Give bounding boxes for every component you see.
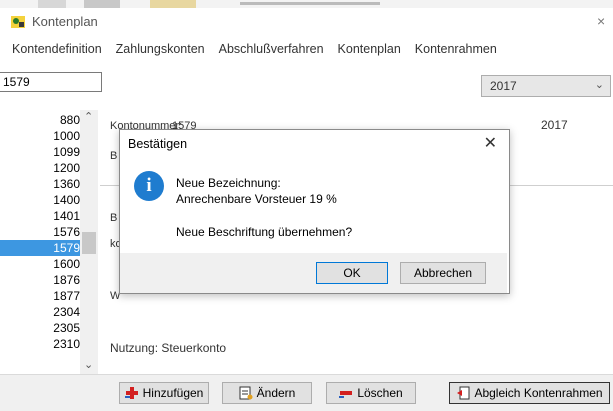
scroll-up-icon[interactable]: ⌃ bbox=[84, 110, 93, 123]
add-button[interactable]: Hinzufügen bbox=[119, 382, 209, 404]
plus-icon bbox=[124, 387, 138, 399]
year-select-value: 2017 bbox=[490, 79, 517, 93]
cancel-button[interactable]: Abbrechen bbox=[400, 262, 486, 284]
list-item[interactable]: 1360 bbox=[0, 176, 80, 192]
edit-button[interactable]: Ändern bbox=[222, 382, 312, 404]
delete-button-label: Löschen bbox=[357, 386, 403, 400]
dialog-question: Neue Beschriftung übernehmen? bbox=[176, 225, 353, 239]
detail-year: 2017 bbox=[541, 118, 568, 132]
dialog-title: Bestätigen bbox=[128, 137, 188, 151]
menu-kontendefinition[interactable]: Kontendefinition bbox=[12, 42, 102, 60]
scroll-thumb[interactable] bbox=[82, 232, 96, 254]
list-item[interactable]: 1400 bbox=[0, 192, 80, 208]
list-item[interactable]: 1401 bbox=[0, 208, 80, 224]
detail-label-b: B bbox=[110, 150, 118, 162]
app-icon bbox=[11, 16, 25, 28]
nutzung-text: Nutzung: Steuerkonto bbox=[110, 341, 227, 355]
list-item[interactable]: 1099 bbox=[0, 144, 80, 160]
account-list-scrollbar[interactable]: ⌃ ⌄ bbox=[80, 110, 98, 374]
list-item[interactable]: 2310 bbox=[0, 336, 80, 352]
year-select[interactable]: 2017 ⌄ bbox=[481, 75, 611, 97]
dialog-close-icon[interactable]: ✕ bbox=[484, 133, 497, 153]
chevron-down-icon: ⌄ bbox=[594, 79, 604, 91]
window-title: Kontenplan bbox=[32, 14, 98, 29]
list-item[interactable]: 1000 bbox=[0, 128, 80, 144]
list-item[interactable]: 2305 bbox=[0, 320, 80, 336]
ok-button[interactable]: OK bbox=[316, 262, 388, 284]
account-number-input[interactable]: 1579 bbox=[0, 72, 102, 92]
list-item[interactable]: 1600 bbox=[0, 256, 80, 272]
dialog-line-2: Anrechenbare Vorsteuer 19 % bbox=[176, 192, 337, 206]
list-item[interactable]: 1876 bbox=[0, 272, 80, 288]
menu-kontenrahmen[interactable]: Kontenrahmen bbox=[415, 42, 497, 60]
list-item[interactable]: 2304 bbox=[0, 304, 80, 320]
sync-button-label: Abgleich Kontenrahmen bbox=[474, 386, 603, 400]
background-window-strip bbox=[0, 0, 613, 8]
dialog-line-1: Neue Bezeichnung: bbox=[176, 176, 281, 190]
edit-button-label: Ändern bbox=[256, 386, 296, 400]
delete-button[interactable]: Löschen bbox=[326, 382, 416, 404]
confirm-dialog: Bestätigen ✕ i Neue Bezeichnung: Anreche… bbox=[119, 129, 510, 294]
edit-icon bbox=[239, 386, 253, 400]
menu-zahlungskonten[interactable]: Zahlungskonten bbox=[116, 42, 205, 60]
delete-icon bbox=[339, 391, 353, 398]
sync-kontenrahmen-button[interactable]: Abgleich Kontenrahmen bbox=[449, 382, 610, 404]
dialog-footer: OK Abbrechen bbox=[120, 253, 507, 293]
list-item[interactable]: 1576 bbox=[0, 224, 80, 240]
list-item-selected[interactable]: 1579 bbox=[0, 240, 80, 256]
add-button-label: Hinzufügen bbox=[142, 386, 204, 400]
list-item[interactable]: 1877 bbox=[0, 288, 80, 304]
menu-kontenplan[interactable]: Kontenplan bbox=[338, 42, 401, 60]
info-icon: i bbox=[134, 171, 164, 201]
list-item[interactable]: 880 bbox=[0, 112, 80, 128]
scroll-down-icon[interactable]: ⌄ bbox=[84, 358, 93, 371]
menu-bar: Kontendefinition Zahlungskonten Abschluß… bbox=[12, 42, 511, 60]
detail-label-b2: B bbox=[110, 212, 118, 224]
menu-abschlussverfahren[interactable]: Abschlußverfahren bbox=[219, 42, 324, 60]
list-item[interactable]: 1200 bbox=[0, 160, 80, 176]
sync-icon bbox=[457, 386, 470, 400]
window-close-icon[interactable]: × bbox=[597, 13, 605, 29]
